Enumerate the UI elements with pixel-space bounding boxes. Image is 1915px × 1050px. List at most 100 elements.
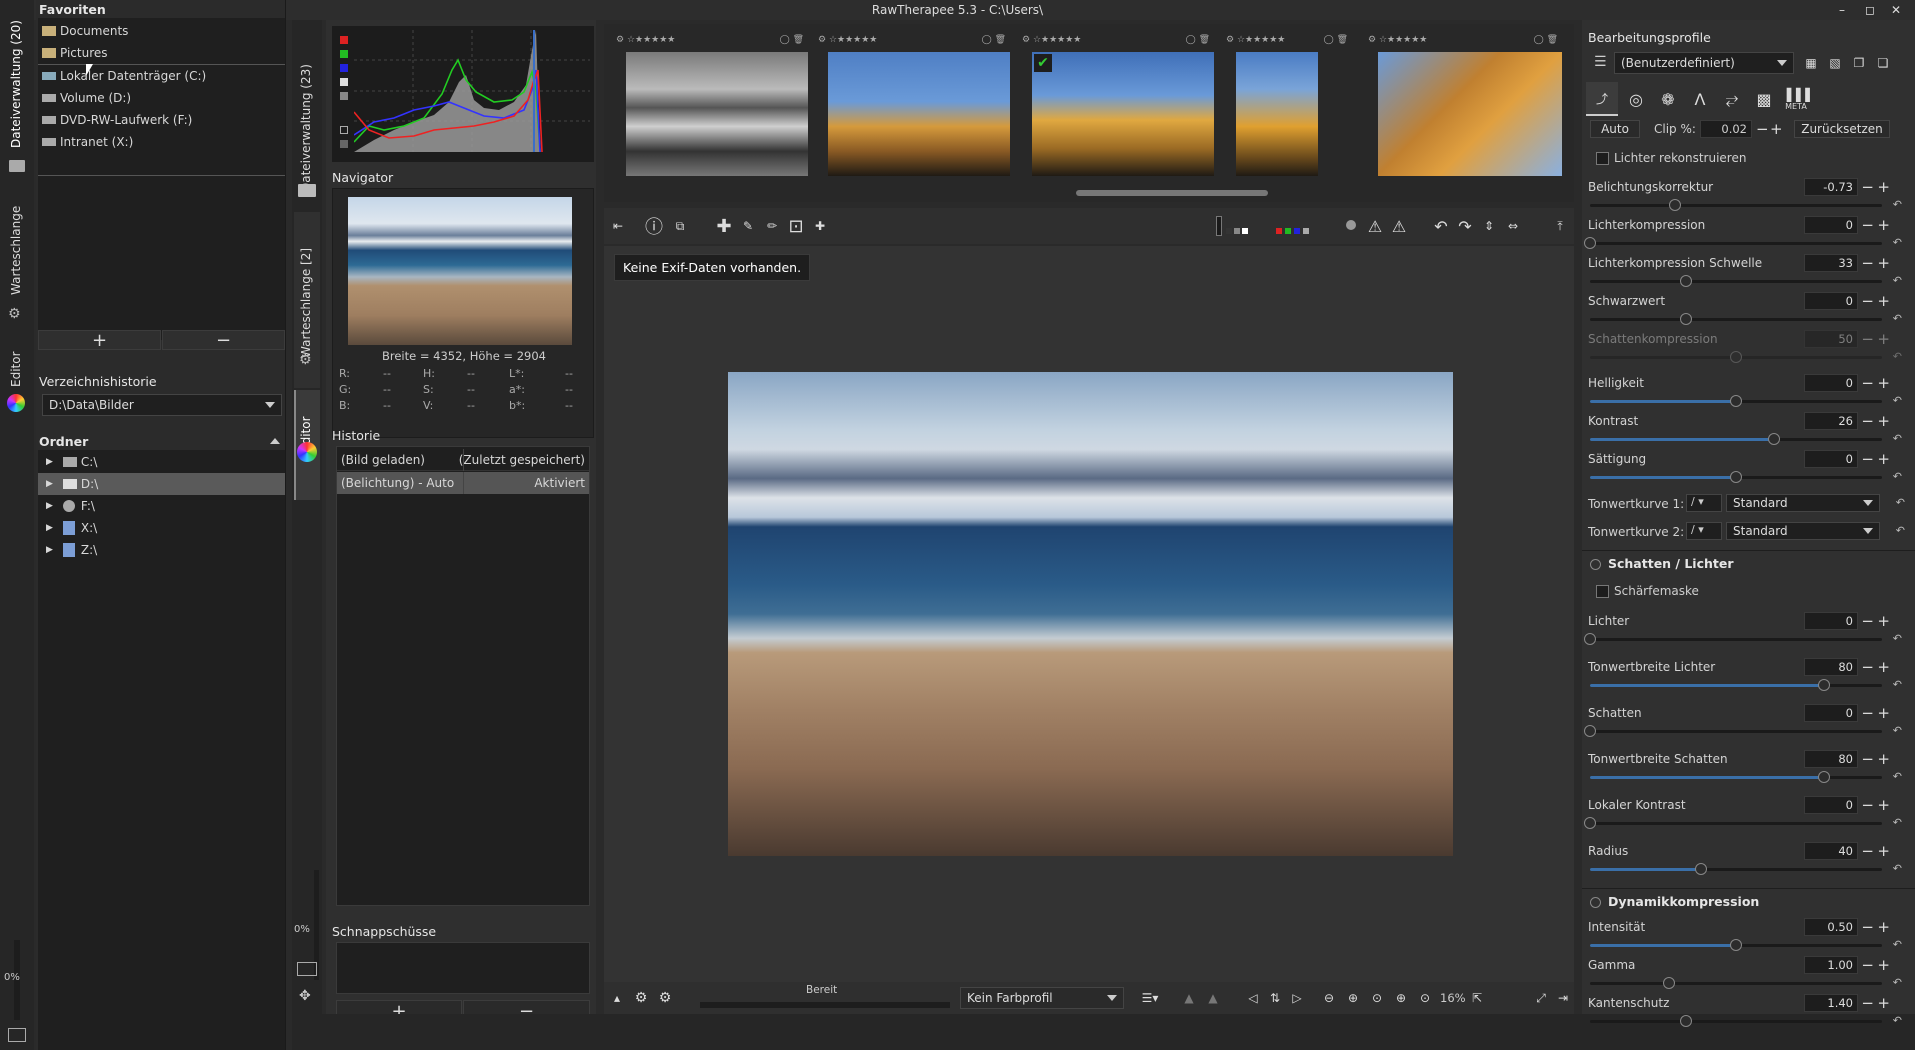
slider-value-input[interactable]: 50 — [1804, 330, 1858, 348]
dir-history-select[interactable]: D:\Data\Bilder — [42, 394, 282, 416]
slider-value-input[interactable]: 26 — [1804, 412, 1858, 430]
clip-decrease[interactable]: − — [1756, 122, 1769, 137]
reset-icon[interactable]: ↶ — [1893, 1014, 1902, 1027]
slider-increase[interactable]: + — [1877, 180, 1890, 195]
slider-knob[interactable] — [1680, 313, 1693, 325]
tree-item[interactable]: ▶ C:\ — [46, 451, 285, 473]
gears-icon[interactable]: ⚙ — [1368, 35, 1376, 45]
columns-icon[interactable] — [297, 962, 317, 976]
trash-icon[interactable]: ◯ 🗑 — [1324, 35, 1348, 45]
slider-increase[interactable]: + — [1877, 256, 1890, 271]
slider-track[interactable] — [1590, 433, 1882, 445]
thumbnail[interactable]: ⚙ ☆★★★★★ ◯ 🗑 — [1368, 32, 1562, 184]
gears-icon[interactable]: ⚙ — [1226, 35, 1234, 45]
focus-mask-icon[interactable] — [1346, 220, 1356, 230]
flip-horizontal-icon[interactable]: ⇔ — [1502, 214, 1524, 238]
slider-decrease[interactable]: − — [1861, 294, 1874, 309]
history-row[interactable]: (Belichtung) - Auto Aktiviert — [337, 472, 589, 494]
hide-right-panel-button[interactable]: ⇥ — [1552, 987, 1574, 1009]
thumbnail[interactable]: ⚙ ☆★★★★★ ◯ 🗑 — [818, 32, 1010, 184]
slider-track[interactable] — [1584, 817, 1882, 829]
slider-increase[interactable]: + — [1877, 218, 1890, 233]
slider-decrease[interactable]: − — [1861, 752, 1874, 767]
slider-decrease[interactable]: − — [1861, 996, 1874, 1011]
reset-icon[interactable]: ↶ — [1893, 862, 1902, 875]
trash-icon[interactable]: ◯ 🗑 — [780, 35, 804, 45]
list-item[interactable]: Intranet (X:) — [42, 131, 133, 153]
slider-track[interactable] — [1590, 939, 1882, 951]
softproof-icon[interactable]: ▲ — [1178, 987, 1200, 1009]
new-detail-window-icon[interactable]: ⇱ — [1466, 987, 1488, 1009]
clip-input[interactable]: 0.02 — [1700, 120, 1752, 138]
expander-icon[interactable]: ▶ — [46, 457, 53, 467]
copy-profile-icon[interactable]: ❐ — [1848, 52, 1870, 74]
slider-decrease[interactable]: − — [1861, 706, 1874, 721]
list-item[interactable]: Pictures — [42, 42, 108, 64]
trash-icon[interactable]: ◯ 🗑 — [982, 35, 1006, 45]
slider-knob[interactable] — [1584, 633, 1596, 645]
slider-value-input[interactable]: 0 — [1804, 216, 1858, 234]
color-picker-icon[interactable]: ✏ — [760, 214, 784, 238]
maximize-button[interactable]: ◻ — [1858, 0, 1882, 20]
slider-increase[interactable]: + — [1877, 996, 1890, 1011]
tab-advanced-icon[interactable]: Λ — [1684, 82, 1716, 116]
slider-increase[interactable]: + — [1877, 414, 1890, 429]
slider-track[interactable] — [1590, 471, 1882, 483]
reset-icon[interactable]: ↶ — [1893, 312, 1902, 325]
clip-increase[interactable]: + — [1770, 122, 1783, 137]
clipped-highlights-icon[interactable]: ⚠ — [1388, 214, 1410, 238]
slider-value-input[interactable]: 0 — [1804, 292, 1858, 310]
gears-icon[interactable]: ⚙ — [630, 987, 652, 1009]
reset-icon[interactable]: ↶ — [1893, 724, 1902, 737]
reset-icon[interactable]: ↶ — [1893, 770, 1902, 783]
slider-decrease[interactable]: − — [1861, 958, 1874, 973]
slider-decrease[interactable]: − — [1861, 614, 1874, 629]
thumbnail[interactable]: ⚙ ☆★★★★★ ◯ 🗑 — [1226, 32, 1350, 184]
slider-knob[interactable] — [1730, 471, 1742, 483]
red-channel-toggle[interactable] — [340, 36, 348, 44]
columns-icon[interactable] — [8, 1028, 26, 1042]
slider-track[interactable] — [1590, 351, 1882, 363]
slider-value-input[interactable]: -0.73 — [1804, 178, 1858, 196]
slider-decrease[interactable]: − — [1861, 414, 1874, 429]
slider-decrease[interactable]: − — [1861, 920, 1874, 935]
zoom-out-icon[interactable]: ⊖ — [1318, 987, 1340, 1009]
crop-icon[interactable]: ⊡ — [784, 214, 808, 238]
color-profile-select[interactable]: Kein Farbprofil — [960, 987, 1124, 1009]
curve2-reset-icon[interactable]: ↶ — [1896, 524, 1905, 537]
fullscreen-icon[interactable]: ⤢ — [1530, 987, 1552, 1009]
dr-toggle-icon[interactable] — [1590, 897, 1601, 908]
tab-raw-icon[interactable]: ▩ — [1748, 82, 1780, 116]
slider-increase[interactable]: + — [1877, 844, 1890, 859]
straighten-icon[interactable]: ✚ — [808, 214, 832, 238]
gears-icon[interactable]: ⚙ — [616, 35, 624, 45]
navigator-preview[interactable] — [348, 197, 572, 345]
curve1-reset-icon[interactable]: ↶ — [1896, 496, 1905, 509]
slider-track[interactable] — [1590, 199, 1882, 211]
slider-knob[interactable] — [1767, 433, 1780, 445]
slider-decrease[interactable]: − — [1861, 452, 1874, 467]
sort-arrow-icon[interactable] — [270, 438, 280, 444]
curve1-mode-select[interactable]: Standard — [1726, 494, 1880, 512]
list-item[interactable]: DVD-RW-Laufwerk (F:) — [42, 109, 192, 131]
zoom-fit-icon[interactable]: ⊙ — [1366, 987, 1388, 1009]
hide-top-panel-button[interactable]: ⤒ — [1548, 214, 1572, 238]
slider-decrease[interactable]: − — [1861, 180, 1874, 195]
slider-track[interactable] — [1584, 725, 1882, 737]
slider-knob[interactable] — [1662, 977, 1675, 989]
list-item[interactable]: Lokaler Datenträger (C:) — [42, 65, 206, 87]
expander-icon[interactable]: ▶ — [46, 479, 53, 489]
reset-icon[interactable]: ↶ — [1893, 816, 1902, 829]
slider-knob[interactable] — [1680, 1015, 1693, 1027]
reconstruct-checkbox[interactable] — [1596, 152, 1609, 165]
slider-increase[interactable]: + — [1877, 798, 1890, 813]
reset-icon[interactable]: ↶ — [1893, 198, 1902, 211]
slider-increase[interactable]: + — [1877, 958, 1890, 973]
filmstrip-scrollbar[interactable] — [1076, 190, 1268, 196]
before-after-toggle-icon[interactable]: ▴ — [606, 987, 628, 1009]
thumbnail-selected[interactable]: ⚙ ☆★★★★★ ◯ 🗑 ✔ — [1022, 32, 1214, 184]
bg-color-selector[interactable] — [1216, 216, 1254, 236]
slider-knob[interactable] — [1680, 275, 1693, 287]
white-balance-picker-icon[interactable]: ✎ — [736, 214, 760, 238]
sync-icon[interactable]: ⇅ — [1264, 987, 1286, 1009]
